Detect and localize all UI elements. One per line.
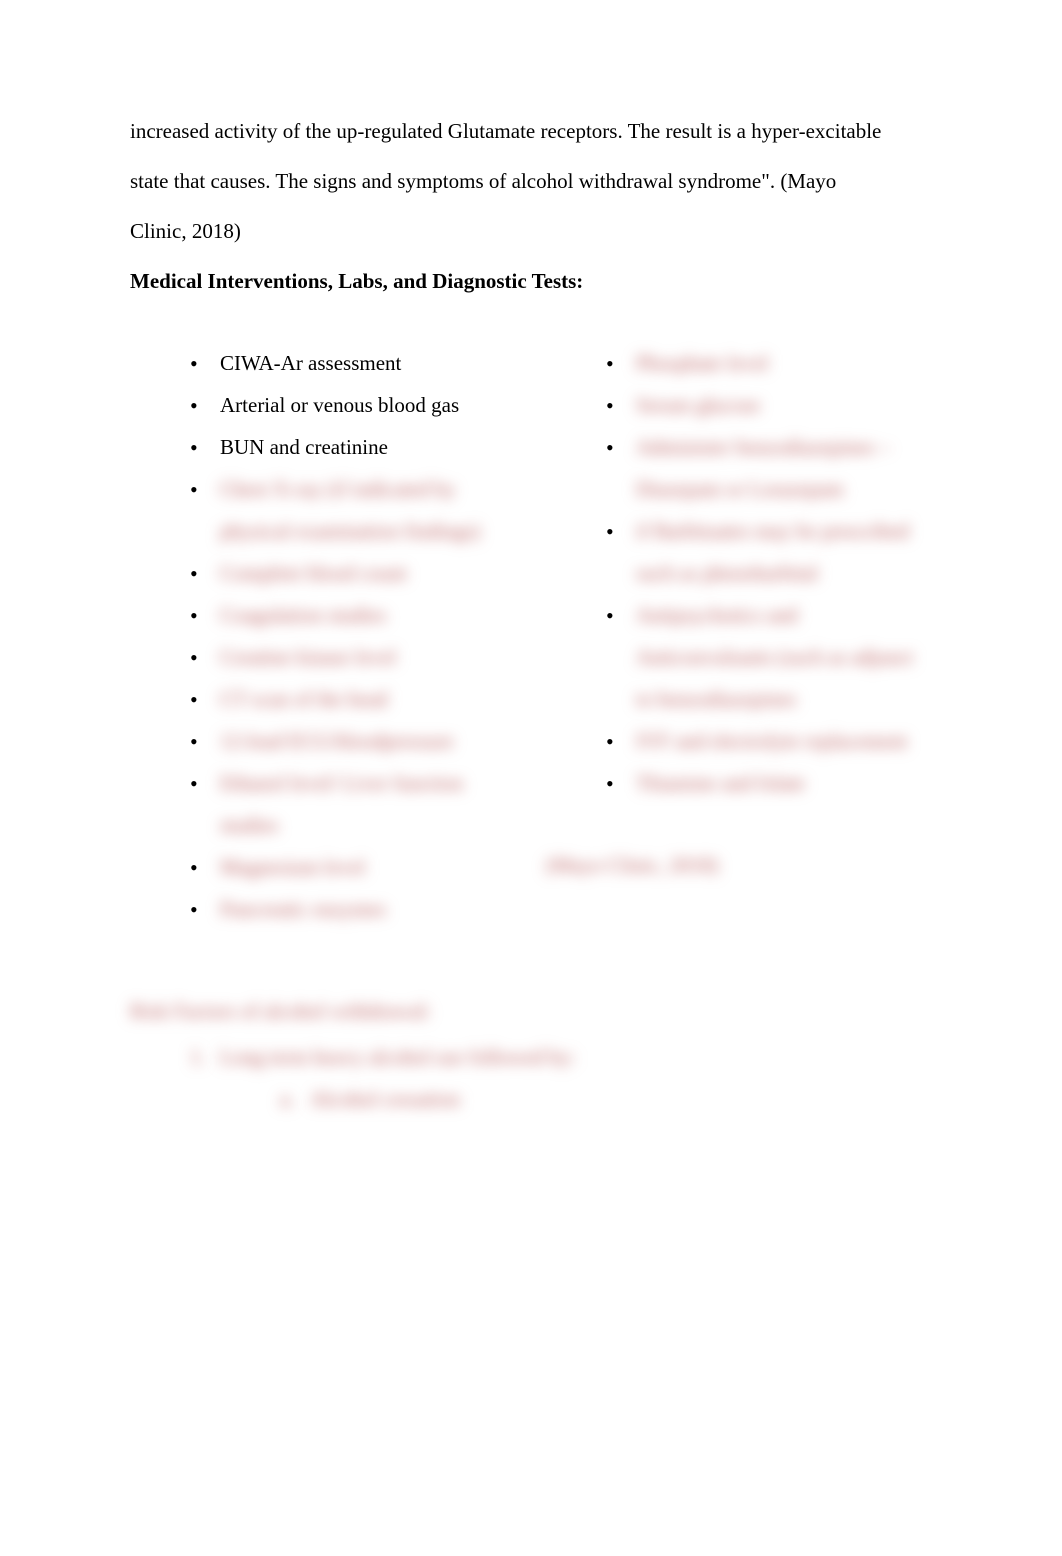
list-item-continuation: Anticonvulsants (such as adjunct <box>636 636 932 678</box>
intro-line-2: state that causes. The signs and symptom… <box>130 160 932 202</box>
list-item-text: Arterial or venous blood gas <box>220 393 459 417</box>
citation: (Mayo Clinic, 2018) <box>546 844 932 886</box>
list-item-text: if Barbituates may be prescribed <box>636 519 909 543</box>
list-item: BUN and creatinine <box>190 426 516 468</box>
numbered-item-text: Long term heavy alcohol use followed by: <box>220 1045 576 1069</box>
two-column-list: CIWA-Ar assessment Arterial or venous bl… <box>130 342 932 930</box>
list-item-continuation: Diazepam or Lorazepam <box>636 468 932 510</box>
list-item-text: Pancreatic enzymes <box>220 897 386 921</box>
list-item: CIWA-Ar assessment <box>190 342 516 384</box>
list-item: Thiamine and folate <box>606 762 932 804</box>
list-item: Chest X-ray (if indicated by physical ex… <box>190 468 516 552</box>
risk-factors-section: Risk Factors of alcohol withdrawal: 1. L… <box>130 990 932 1120</box>
list-item: Arterial or venous blood gas <box>190 384 516 426</box>
list-item-text: Serum glucose <box>636 393 760 417</box>
risk-heading: Risk Factors of alcohol withdrawal: <box>130 990 932 1032</box>
list-item: IVF and electrolyte replacement <box>606 720 932 762</box>
list-item: Pancreatic enzymes <box>190 888 516 930</box>
list-item-continuation: studies <box>220 804 516 846</box>
intro-line-3: Clinic, 2018) <box>130 210 932 252</box>
list-item: 12-lead ECG/bloodpressure <box>190 720 516 762</box>
list-item: Antipsychotics and Anticonvulsants (such… <box>606 594 932 720</box>
list-item-continuation: to benzodiazepines <box>636 678 932 720</box>
number-marker: 1. <box>190 1036 206 1078</box>
list-item-text: Antipsychotics and <box>636 603 798 627</box>
left-column: CIWA-Ar assessment Arterial or venous bl… <box>130 342 516 930</box>
list-item: Administer benzodiazepines – Diazepam or… <box>606 426 932 510</box>
list-item-text: Ethanol level/ Liver function <box>220 771 463 795</box>
list-item-text: Chest X-ray (if indicated by <box>220 477 456 501</box>
list-item-text: IVF and electrolyte replacement <box>636 729 907 753</box>
list-item-text: Phosphate level <box>636 351 768 375</box>
list-item: Creatine kinase level <box>190 636 516 678</box>
list-item: Complete blood count <box>190 552 516 594</box>
intro-line-1: increased activity of the up-regulated G… <box>130 110 932 152</box>
list-item-text: 12-lead ECG/bloodpressure <box>220 729 454 753</box>
list-item-continuation: physical examination findings) <box>220 510 516 552</box>
list-item-text: CIWA-Ar assessment <box>220 351 401 375</box>
list-item-text: Coagulation studies <box>220 603 386 627</box>
list-item-text: Creatine kinase level <box>220 645 396 669</box>
list-item-continuation: such as phenobarbital <box>636 552 932 594</box>
list-item: Serum glucose <box>606 384 932 426</box>
list-item-text: Thiamine and folate <box>636 771 805 795</box>
list-item-text: CT scan of the head <box>220 687 388 711</box>
list-item-text: Administer benzodiazepines – <box>636 435 890 459</box>
list-item: Phosphate level <box>606 342 932 384</box>
list-item-text: Complete blood count <box>220 561 407 585</box>
list-item: CT scan of the head <box>190 678 516 720</box>
list-item: Magnesium level <box>190 846 516 888</box>
numbered-item: 1. Long term heavy alcohol use followed … <box>190 1036 932 1120</box>
list-item-text: Magnesium level <box>220 855 365 879</box>
right-column: Phosphate level Serum glucose Administer… <box>546 342 932 930</box>
list-item: Ethanol level/ Liver function studies <box>190 762 516 846</box>
section-heading: Medical Interventions, Labs, and Diagnos… <box>130 260 932 302</box>
list-item: if Barbituates may be prescribed such as… <box>606 510 932 594</box>
list-item: Coagulation studies <box>190 594 516 636</box>
sub-item: a. Alcohol cessation <box>280 1078 932 1120</box>
sub-marker: a. <box>280 1078 295 1120</box>
sub-item-text: Alcohol cessation <box>310 1087 460 1111</box>
list-item-text: BUN and creatinine <box>220 435 388 459</box>
